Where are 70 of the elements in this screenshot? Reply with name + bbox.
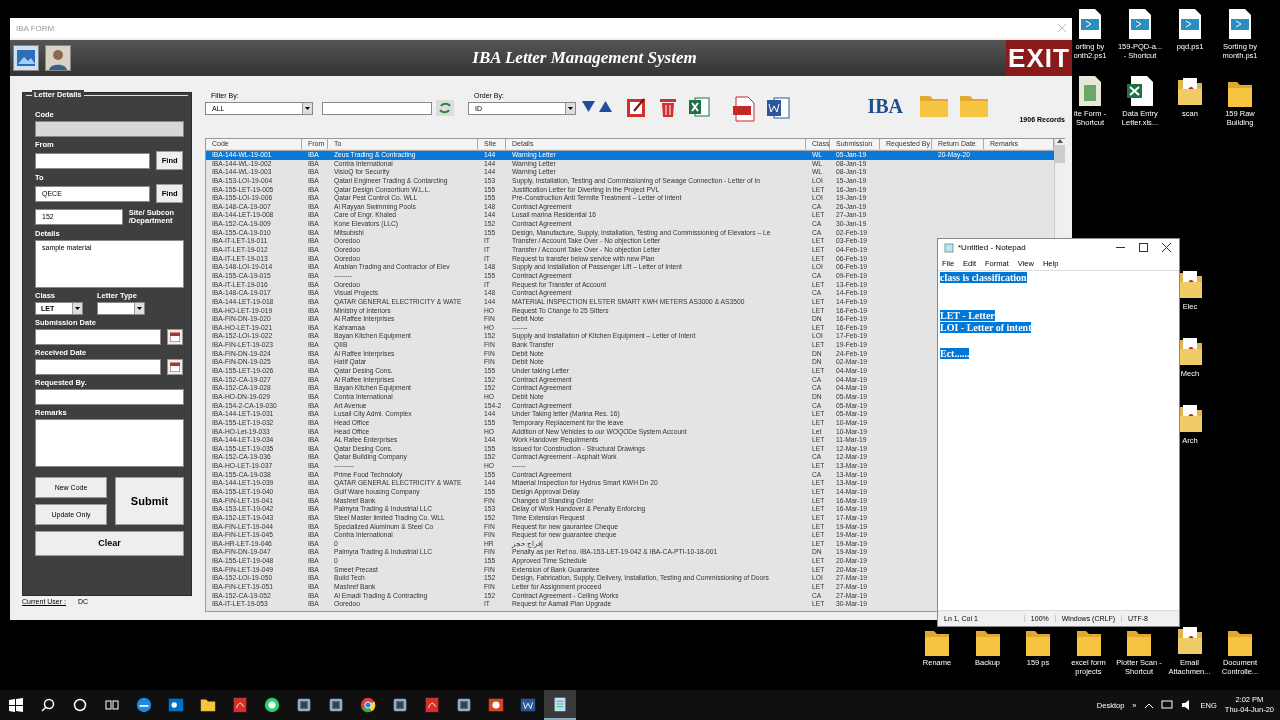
refresh-icon[interactable] — [436, 100, 454, 116]
script-file-icon — [1226, 8, 1254, 40]
letter-type-dropdown[interactable] — [97, 301, 145, 315]
task-view-icon — [105, 698, 119, 712]
app-icon — [455, 696, 473, 714]
date-field[interactable] — [35, 328, 162, 345]
script-file-icon — [1176, 8, 1204, 40]
sort-ascending-icon[interactable] — [599, 101, 612, 112]
user-icon[interactable] — [45, 45, 71, 71]
edit-icon[interactable] — [626, 96, 648, 118]
submit-button[interactable]: Submit — [115, 476, 184, 525]
folder-icon — [975, 631, 1000, 656]
trash-icon[interactable] — [658, 96, 678, 118]
caret-icon[interactable] — [305, 107, 310, 110]
excel-icon[interactable] — [688, 96, 710, 118]
selected-text: LOI - Letter of intent — [940, 322, 1032, 334]
circle-icon — [73, 698, 87, 712]
chevron-up-icon[interactable] — [1144, 702, 1153, 708]
folder-icon — [1127, 631, 1151, 656]
sort-descending-icon[interactable] — [582, 101, 595, 112]
folder-icon — [1076, 631, 1101, 656]
scroll-thumb[interactable] — [1055, 145, 1065, 163]
script-file-icon — [1076, 8, 1104, 40]
text-area[interactable] — [35, 418, 184, 467]
caret-icon[interactable] — [75, 306, 80, 310]
calendar-button[interactable] — [167, 358, 183, 375]
selected-text: LET - Letter — [940, 309, 995, 321]
date-field[interactable] — [35, 358, 162, 375]
input-field[interactable] — [35, 388, 184, 405]
maximize-icon[interactable] — [1139, 243, 1148, 252]
folder-icon — [1228, 631, 1252, 656]
document-icon — [1076, 75, 1104, 107]
windows-logo-icon — [9, 698, 23, 712]
picture-icon[interactable] — [13, 45, 39, 71]
pdf-folder-icon — [1176, 75, 1204, 107]
scroll-up-icon[interactable] — [1057, 139, 1063, 143]
pdf-folder-icon — [1175, 624, 1204, 656]
brand-logo: IBA — [867, 95, 903, 118]
calendar-button[interactable] — [167, 328, 183, 345]
folder-icon — [1228, 82, 1252, 107]
close-icon[interactable] — [1162, 243, 1171, 252]
excel-file-icon — [1126, 75, 1154, 107]
calendar-icon — [170, 331, 181, 342]
mail-icon — [167, 696, 185, 714]
window-title: IBA FORM — [16, 23, 55, 33]
selected-text: Ect...... — [940, 347, 970, 359]
app-icon — [327, 696, 345, 714]
word-icon[interactable] — [766, 96, 790, 120]
search-field[interactable] — [322, 102, 432, 115]
presentation-icon — [487, 696, 505, 714]
notepad-icon — [944, 242, 954, 253]
app-icon — [295, 696, 313, 714]
caret-icon[interactable] — [568, 107, 573, 110]
caret-icon[interactable] — [137, 306, 142, 310]
word-document-icon — [519, 696, 537, 714]
search-icon — [41, 698, 55, 712]
selected-text: class is classification — [940, 272, 1027, 283]
window-title: *Untitled - Notepad — [958, 243, 1026, 252]
exit-button[interactable]: EXIT — [1006, 40, 1072, 76]
browser-icon — [359, 696, 377, 714]
folder-icon — [1026, 631, 1050, 656]
network-icon[interactable] — [1160, 700, 1173, 710]
script-file-icon — [1126, 8, 1154, 40]
calendar-icon — [170, 361, 181, 372]
clear-button[interactable]: Clear — [35, 530, 184, 556]
folder-icon — [925, 631, 949, 656]
taskbar-app[interactable] — [544, 690, 576, 720]
app-icon — [391, 696, 409, 714]
input-field[interactable] — [35, 152, 151, 169]
app-title: IBA Letter Management System — [471, 48, 698, 68]
